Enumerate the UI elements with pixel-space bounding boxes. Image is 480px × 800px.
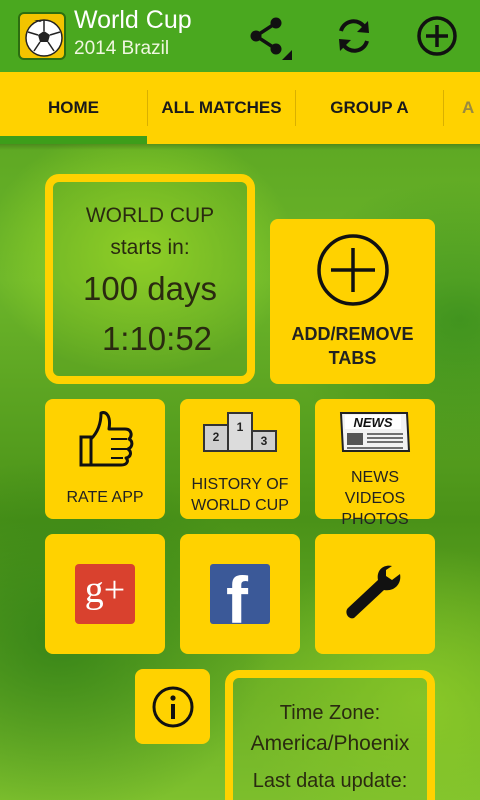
news-label: NEWS VIDEOS PHOTOS bbox=[341, 469, 409, 528]
countdown-time: 1:10:52 bbox=[101, 320, 213, 357]
app-title: World Cup bbox=[74, 6, 192, 34]
add-circle-icon[interactable] bbox=[415, 14, 459, 58]
timezone-label: Time Zone: bbox=[279, 702, 381, 724]
svg-text:1: 1 bbox=[237, 420, 244, 434]
refresh-icon[interactable] bbox=[332, 14, 376, 58]
rate-app-button[interactable]: RATE APP bbox=[45, 399, 165, 519]
countdown-subtitle: starts in: bbox=[110, 236, 190, 259]
add-circle-icon bbox=[317, 234, 389, 306]
news-button[interactable]: NEWS NEWS VIDEOS PHOTOS bbox=[315, 399, 435, 528]
tab-bar: HOME ALL MATCHES GROUP A A bbox=[0, 72, 480, 144]
tab-divider bbox=[443, 90, 444, 126]
tab-partial[interactable]: A bbox=[462, 72, 480, 144]
svg-text:NEWS: NEWS bbox=[354, 415, 393, 430]
countdown-days: 100 days bbox=[83, 270, 217, 307]
rate-app-label: RATE APP bbox=[66, 489, 144, 506]
history-button[interactable]: 1 2 3 HISTORY OF WORLD CUP bbox=[180, 399, 300, 519]
app-logo-icon[interactable] bbox=[18, 12, 66, 60]
svg-text:3: 3 bbox=[261, 434, 268, 448]
tab-home[interactable]: HOME bbox=[0, 72, 147, 144]
countdown-panel: WORLD CUP starts in: 100 days 1:10:52 bbox=[45, 174, 255, 384]
add-remove-tabs-button[interactable]: ADD/REMOVE TABS bbox=[270, 219, 435, 384]
app-subtitle: 2014 Brazil bbox=[74, 38, 170, 59]
facebook-button[interactable]: f bbox=[180, 534, 300, 654]
action-bar: World Cup 2014 Brazil bbox=[0, 0, 480, 72]
google-plus-button[interactable]: g+ bbox=[45, 534, 165, 654]
tab-all-matches[interactable]: ALL MATCHES bbox=[148, 72, 295, 144]
podium-icon: 1 2 3 bbox=[203, 412, 277, 452]
tab-bar-shadow bbox=[0, 144, 480, 150]
tab-selected-indicator bbox=[0, 136, 147, 144]
settings-button[interactable] bbox=[315, 534, 435, 654]
svg-text:2: 2 bbox=[213, 430, 220, 444]
countdown-title: WORLD CUP bbox=[85, 204, 215, 227]
facebook-icon: f bbox=[210, 564, 270, 624]
share-icon[interactable] bbox=[246, 14, 292, 60]
timezone-value: America/Phoenix bbox=[250, 732, 410, 755]
info-button[interactable] bbox=[135, 669, 210, 744]
wrench-icon bbox=[346, 565, 401, 619]
add-remove-tabs-label: ADD/REMOVE TABS bbox=[291, 324, 414, 368]
newspaper-icon: NEWS bbox=[339, 412, 411, 452]
history-label: HISTORY OF WORLD CUP bbox=[191, 476, 289, 514]
tab-group-a[interactable]: GROUP A bbox=[296, 72, 443, 144]
thumbs-up-icon bbox=[79, 411, 134, 467]
google-plus-icon: g+ bbox=[75, 564, 135, 624]
timezone-panel: Time Zone: America/Phoenix Last data upd… bbox=[225, 670, 435, 800]
last-update-label: Last data update: bbox=[252, 770, 408, 792]
info-icon bbox=[152, 686, 194, 728]
